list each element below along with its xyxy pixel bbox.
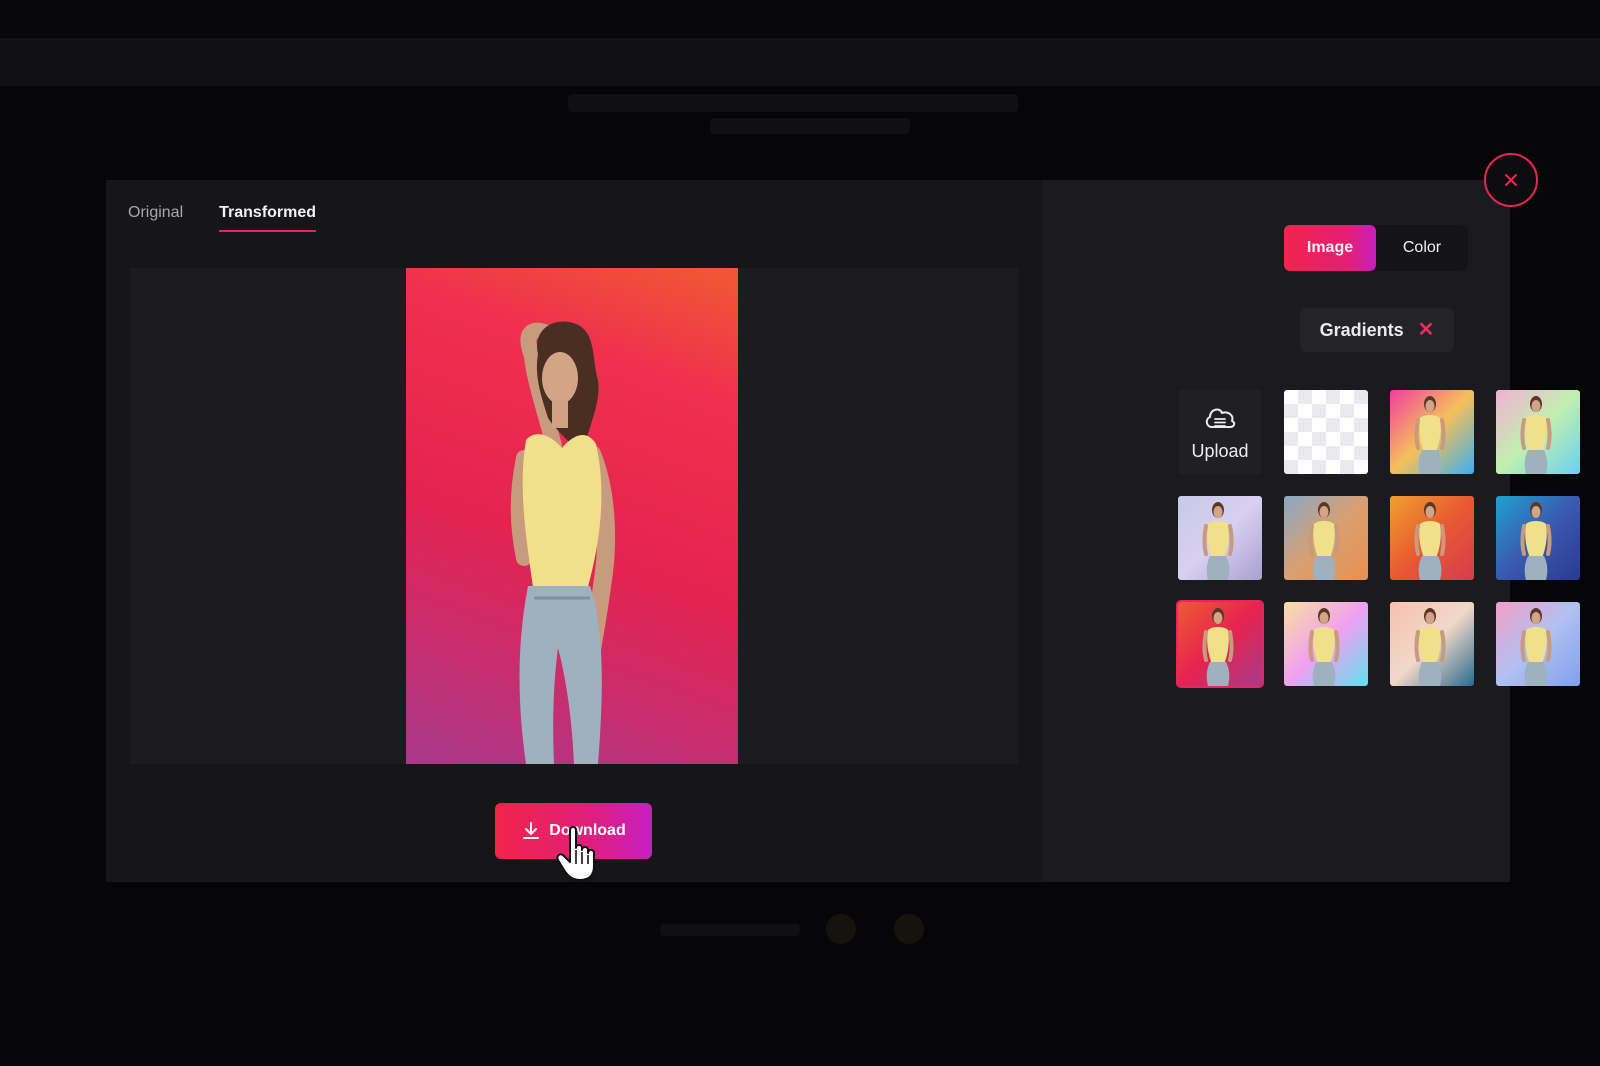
swatch-gradient[interactable] [1496, 602, 1580, 686]
gradients-filter-chip: Gradients ✕ [1300, 308, 1454, 352]
swatch-figure-thumbnail [1308, 608, 1340, 686]
background-swatch-grid: Upload [1176, 390, 1580, 688]
tab-original[interactable]: Original [128, 204, 183, 232]
upload-background-button[interactable]: Upload [1178, 390, 1262, 474]
swatch-figure-thumbnail [1202, 502, 1234, 580]
background-panel: Image Color Gradients ✕ Upload [1042, 180, 1580, 882]
swatch-figure-thumbnail [1414, 502, 1446, 580]
backdrop-subheading [710, 118, 910, 134]
tab-transformed[interactable]: Transformed [219, 204, 317, 232]
subject-figure [510, 321, 616, 764]
swatch-figure-thumbnail [1414, 608, 1446, 686]
swatch-gradient[interactable] [1390, 390, 1474, 474]
swatch-gradient[interactable] [1178, 496, 1262, 580]
download-icon [523, 822, 540, 839]
swatch-figure-thumbnail [1202, 608, 1234, 686]
swatch-gradient[interactable] [1390, 602, 1474, 686]
swatch-figure-thumbnail [1520, 608, 1552, 686]
swatch-gradient[interactable] [1496, 390, 1580, 474]
upload-label: Upload [1191, 440, 1249, 461]
swatch-figure-thumbnail [1308, 502, 1340, 580]
preview-pane: Original Transformed Download [106, 180, 1042, 882]
swatch-gradient[interactable] [1496, 496, 1580, 580]
swatch-figure-thumbnail [1520, 502, 1552, 580]
mode-image-button[interactable]: Image [1284, 225, 1376, 271]
preview-tabs: Original Transformed [128, 204, 317, 232]
swatch-figure-thumbnail [1414, 396, 1446, 474]
swatch-figure-thumbnail [1520, 396, 1552, 474]
backdrop-topbar [0, 0, 1600, 38]
swatch-gradient[interactable] [1176, 600, 1264, 688]
close-modal-button[interactable] [1484, 153, 1538, 207]
swatch-transparent[interactable] [1284, 390, 1368, 474]
swatch-gradient[interactable] [1284, 496, 1368, 580]
hand-pointer-cursor [556, 826, 595, 881]
backdrop-banner [0, 38, 1600, 86]
background-mode-toggle: Image Color [1284, 225, 1468, 271]
backdrop-footer-emoji [826, 914, 856, 944]
cloud-upload-icon [1205, 408, 1236, 428]
backdrop-footer-text [660, 924, 800, 936]
filter-label: Gradients [1319, 319, 1404, 340]
transformed-image [406, 268, 738, 764]
background-editor-modal: Original Transformed Download Image Colo… [106, 180, 1580, 882]
remove-filter-icon[interactable]: ✕ [1418, 320, 1435, 340]
backdrop-heading [568, 94, 1018, 112]
close-icon [1505, 174, 1517, 186]
swatch-gradient[interactable] [1390, 496, 1474, 580]
mode-color-button[interactable]: Color [1376, 225, 1468, 271]
swatch-gradient[interactable] [1284, 602, 1368, 686]
preview-stage [130, 268, 1018, 764]
backdrop-footer-emoji [894, 914, 924, 944]
